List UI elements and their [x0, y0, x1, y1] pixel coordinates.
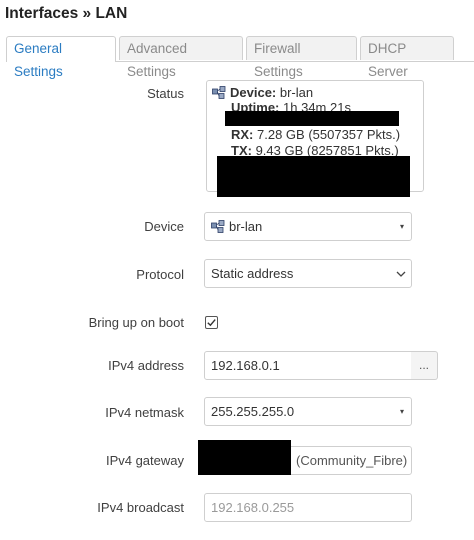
protocol-select[interactable]: Static address — [204, 259, 412, 288]
tab-advanced-settings[interactable]: Advanced Settings — [119, 36, 243, 79]
dropdown-caret-icon: ▾ — [399, 222, 404, 231]
tab-dhcp-server[interactable]: DHCP Server — [360, 36, 454, 79]
redaction-bar — [217, 156, 410, 197]
tab-firewall-settings[interactable]: Firewall Settings — [246, 36, 357, 79]
ipv4-address-value: 192.168.0.1 — [211, 358, 280, 373]
chevron-down-icon — [396, 271, 406, 277]
ipv4-gateway-hint: (Community_Fibre) — [296, 453, 408, 468]
dropdown-caret-icon: ▾ — [399, 407, 404, 416]
redaction-bar — [225, 111, 399, 126]
status-rx-key: RX: — [231, 127, 254, 142]
protocol-label: Protocol — [136, 267, 184, 282]
status-device-key: Device: — [230, 85, 277, 100]
network-interface-icon — [211, 220, 225, 233]
ipv4-address-add-button[interactable]: ... — [411, 351, 438, 380]
network-interface-icon — [212, 86, 226, 99]
ipv4-netmask-label: IPv4 netmask — [105, 405, 184, 420]
ipv4-netmask-value: 255.255.255.0 — [211, 404, 295, 419]
status-rx-value: 7.28 GB (5507357 Pkts.) — [257, 127, 401, 142]
status-label: Status — [147, 86, 184, 101]
ipv4-address-label: IPv4 address — [108, 358, 184, 373]
bring-up-on-boot-checkbox[interactable] — [205, 316, 218, 329]
tab-bar: General Settings Advanced Settings Firew… — [6, 36, 474, 79]
ipv4-netmask-select[interactable]: 255.255.255.0 ▾ — [204, 397, 412, 426]
status-rx-line: RX: 7.28 GB (5507357 Pkts.) — [231, 127, 400, 142]
device-label: Device — [144, 219, 184, 234]
device-value: br-lan — [229, 219, 263, 234]
ipv4-address-input[interactable]: 192.168.0.1 — [204, 351, 412, 380]
ipv4-broadcast-placeholder: 192.168.0.255 — [211, 500, 295, 515]
status-device-line: Device: br-lan — [212, 85, 313, 100]
protocol-value: Static address — [211, 266, 294, 281]
tab-general-settings[interactable]: General Settings — [6, 36, 116, 79]
ipv4-broadcast-label: IPv4 broadcast — [97, 500, 184, 515]
status-box: Device: br-lan Uptime: 1h 34m 21s RX: 7.… — [206, 80, 424, 197]
page-title: Interfaces » LAN — [5, 5, 128, 22]
device-select[interactable]: br-lan ▾ — [204, 212, 412, 241]
boot-label: Bring up on boot — [88, 315, 184, 330]
ipv4-gateway-label: IPv4 gateway — [105, 453, 184, 468]
redaction-bar — [198, 440, 291, 475]
status-device-value: br-lan — [279, 85, 314, 100]
ipv4-broadcast-input[interactable]: 192.168.0.255 — [204, 493, 412, 522]
